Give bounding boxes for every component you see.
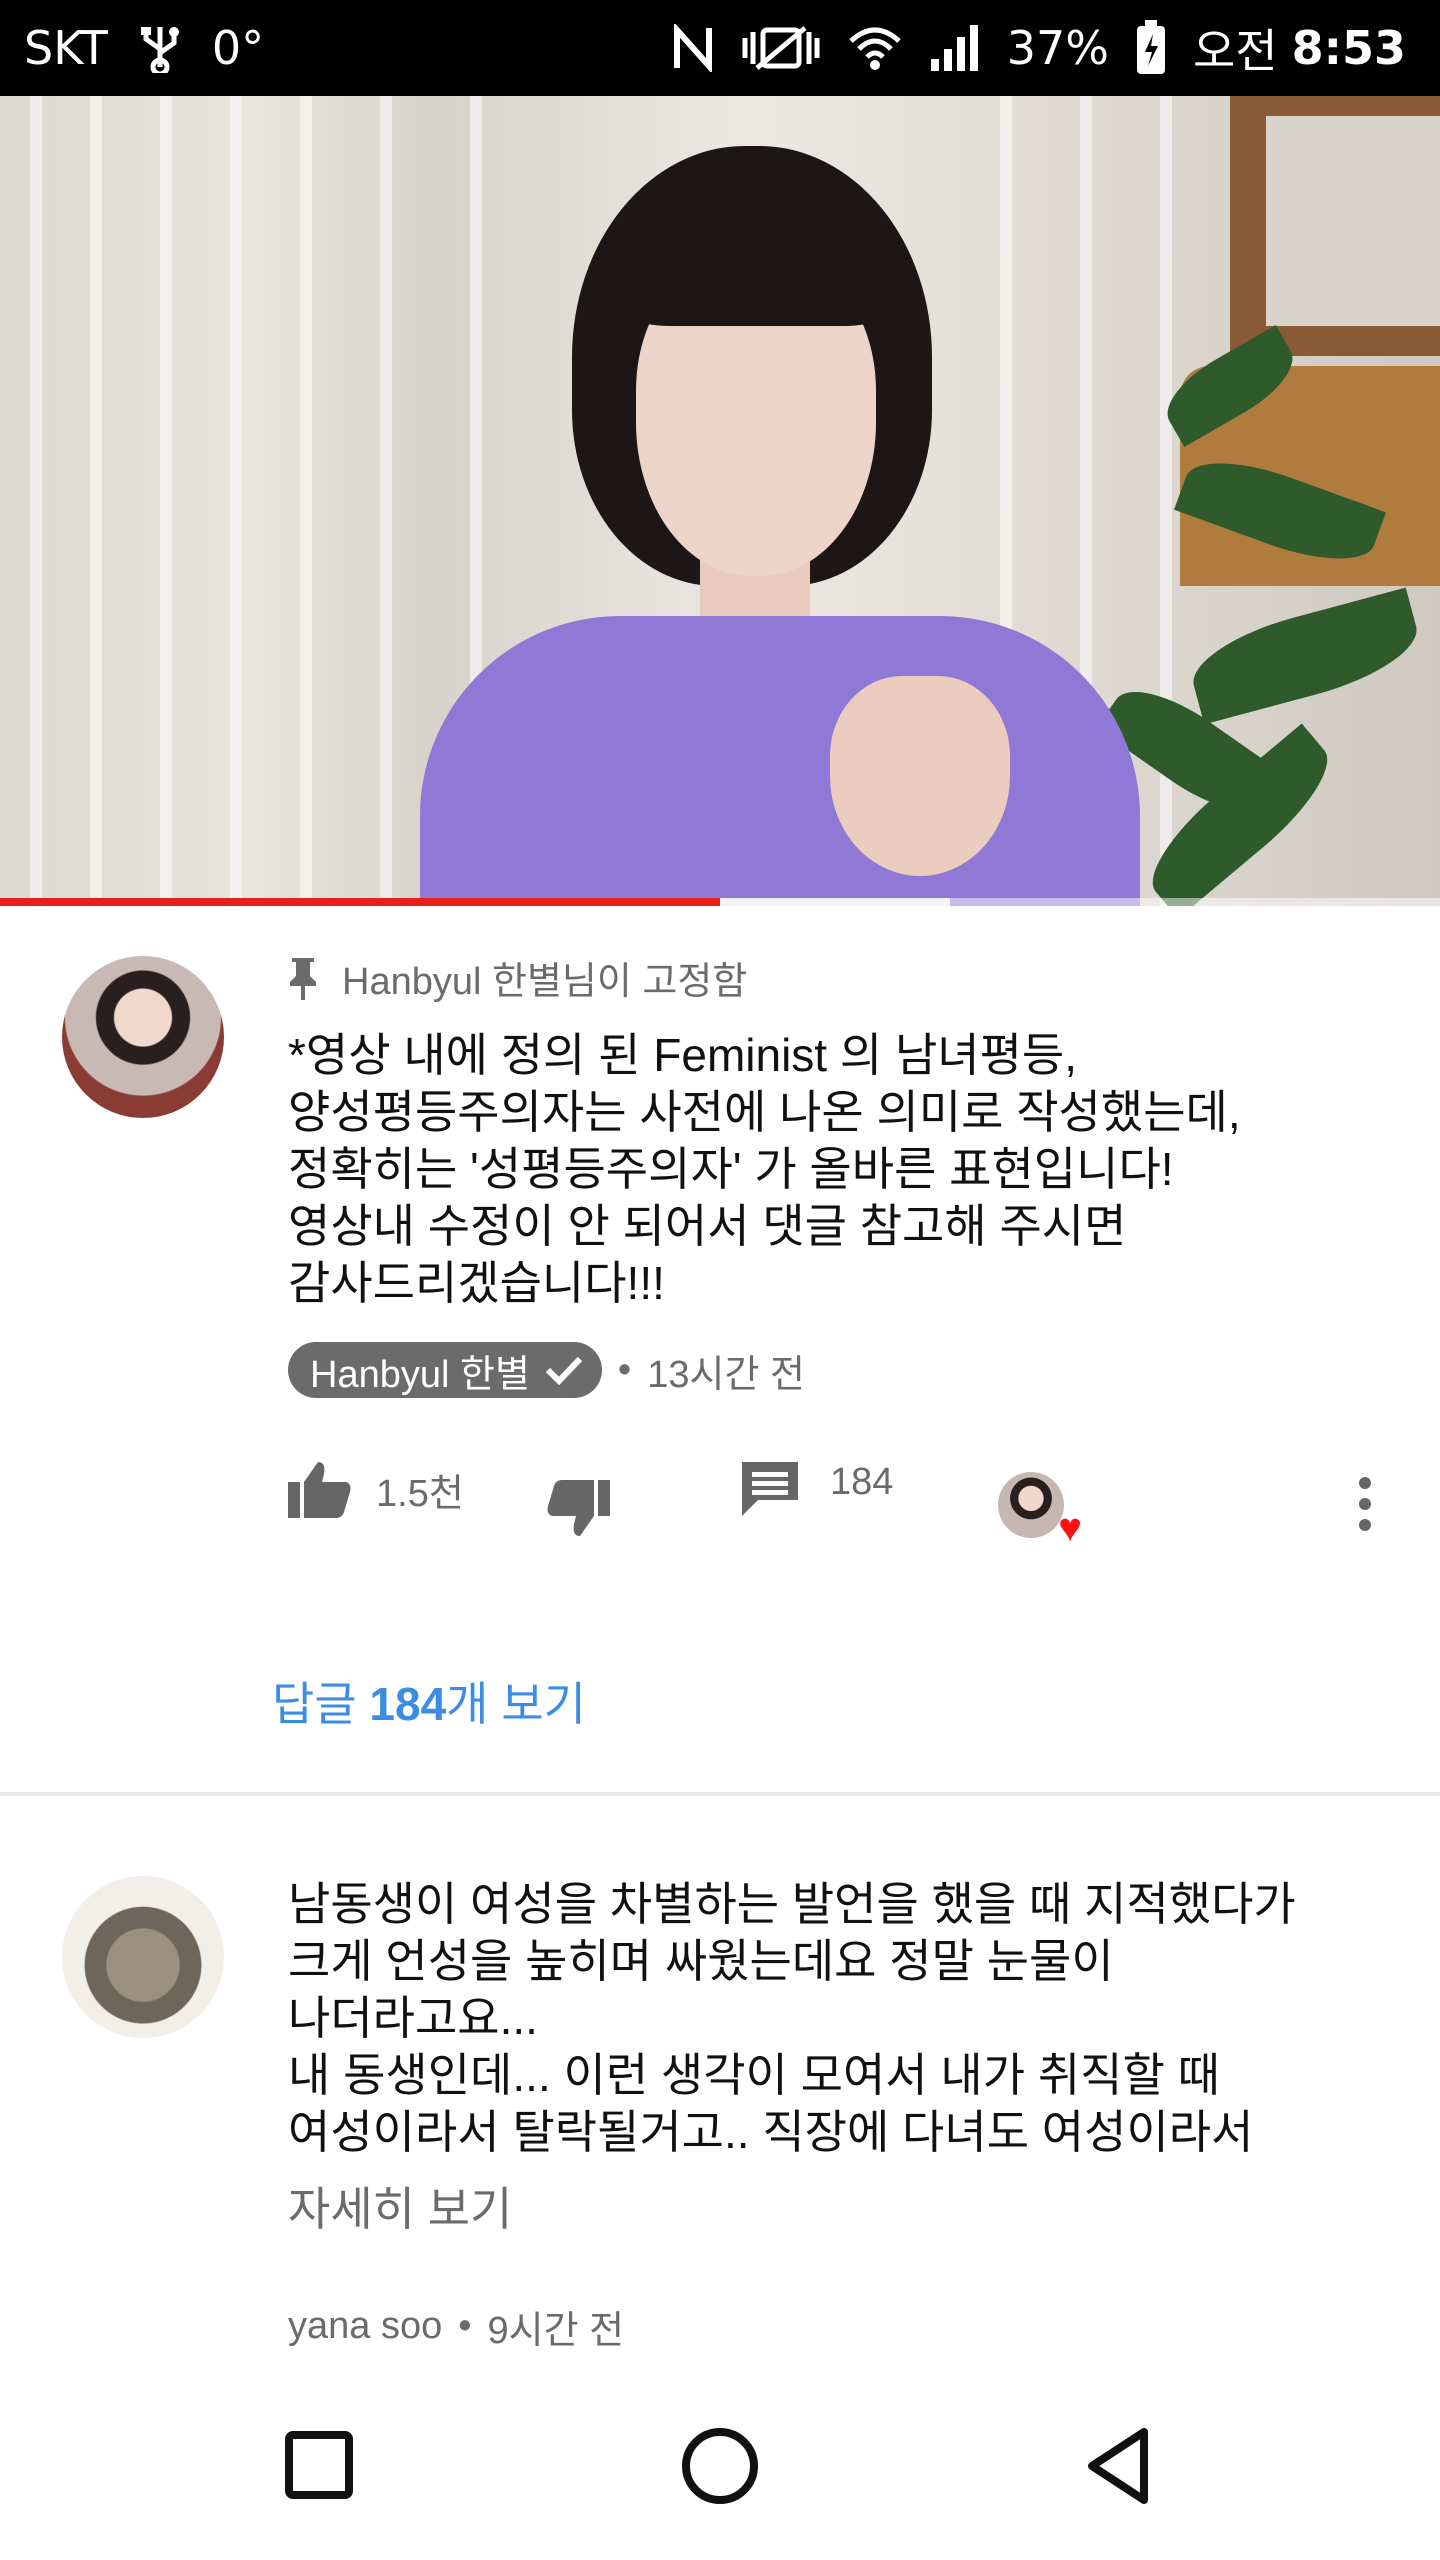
separator-dot: • [458, 2305, 472, 2347]
author-name[interactable]: yana soo [288, 2305, 442, 2348]
curtain-fold [90, 96, 102, 906]
usb-icon [138, 23, 182, 73]
recents-button[interactable] [284, 2430, 354, 2505]
battery-percent: 37% [1006, 21, 1109, 75]
wifi-icon [847, 23, 903, 73]
reply-count: 184 [830, 1460, 894, 1503]
comment-time: 13시간 전 [647, 1353, 805, 1396]
reply-button[interactable]: 184 [740, 1460, 893, 1518]
nfc-icon [671, 24, 715, 72]
creator-avatar: ♥ [998, 1472, 1082, 1548]
view-replies-count: 184 [369, 1678, 447, 1730]
person-bangs [612, 206, 902, 326]
pinned-label: Hanbyul 한별님이 고정함 [288, 950, 1378, 1005]
vibrate-mute-icon [741, 24, 821, 72]
person-sweater [420, 616, 1140, 906]
thumbs-up-icon [288, 1462, 351, 1518]
battery-charging-icon [1135, 20, 1167, 76]
author-name: Hanbyul 한별 [310, 1353, 530, 1396]
pin-icon [290, 957, 316, 1000]
avatar[interactable] [62, 956, 224, 1118]
more-vert-icon [1359, 1477, 1371, 1531]
comment-text: *영상 내에 정의 된 Feminist 의 남녀평등, 양성평등주의자는 사전… [288, 1029, 1241, 1309]
curtain-fold [1160, 96, 1172, 906]
dislike-button[interactable] [546, 1480, 610, 1538]
curtain-fold [300, 96, 312, 906]
comment-divider [0, 1792, 1440, 1796]
curtain-fold [230, 96, 242, 906]
like-count: 1.5천 [376, 1472, 464, 1515]
comment-time: 9시간 전 [487, 2310, 625, 2352]
more-button[interactable] [1358, 1476, 1372, 1532]
back-button[interactable] [1084, 2426, 1154, 2511]
like-button[interactable]: 1.5천 [288, 1460, 464, 1518]
comment-icon [742, 1462, 798, 1516]
plant-leaf [1183, 587, 1427, 725]
view-replies-link[interactable]: 답글 184개 보기 [272, 1668, 586, 1734]
carrier-label: SKT [24, 21, 108, 75]
thumbs-down-icon [547, 1480, 610, 1536]
creator-heart: ♥ [998, 1472, 1082, 1548]
view-replies-suffix: 개 보기 [446, 1678, 586, 1730]
recents-icon [285, 2431, 353, 2499]
author-chip[interactable]: Hanbyul 한별 [288, 1342, 602, 1398]
time-ampm: 오전 [1192, 24, 1278, 78]
curtain-fold [380, 96, 392, 906]
clock: 8:53 [1291, 21, 1406, 75]
read-more-link[interactable]: 자세히 보기 [288, 2173, 1378, 2239]
avatar[interactable] [62, 1876, 224, 2038]
separator-dot: • [617, 1348, 632, 1391]
video-player[interactable] [0, 96, 1440, 906]
back-icon [1088, 2428, 1148, 2504]
curtain-fold [160, 96, 172, 906]
navigation-bar [0, 2390, 1440, 2560]
video-progress-bar[interactable] [0, 898, 1440, 906]
progress-played [0, 898, 720, 906]
home-button[interactable] [680, 2426, 760, 2511]
comment-text: 남동생이 여성을 차별하는 발언을 했을 때 지적했다가 크게 언성을 높히며 … [288, 1878, 1296, 2158]
pinned-by-text: Hanbyul 한별님이 고정함 [342, 961, 748, 1003]
heart-icon: ♥ [1058, 1506, 1082, 1550]
check-icon [545, 1356, 583, 1386]
window-frame [1230, 96, 1440, 356]
comment-actions: 1.5천 184 ♥ [288, 1460, 1398, 1550]
curtain-fold [30, 96, 42, 906]
cellular-signal-icon [929, 23, 981, 73]
status-bar: SKT 0° 37% 오전 8:53 [0, 0, 1440, 96]
view-replies-prefix: 답글 [272, 1678, 370, 1730]
home-icon [682, 2428, 758, 2504]
person-hand [830, 676, 1010, 876]
temperature-label: 0° [211, 21, 265, 75]
